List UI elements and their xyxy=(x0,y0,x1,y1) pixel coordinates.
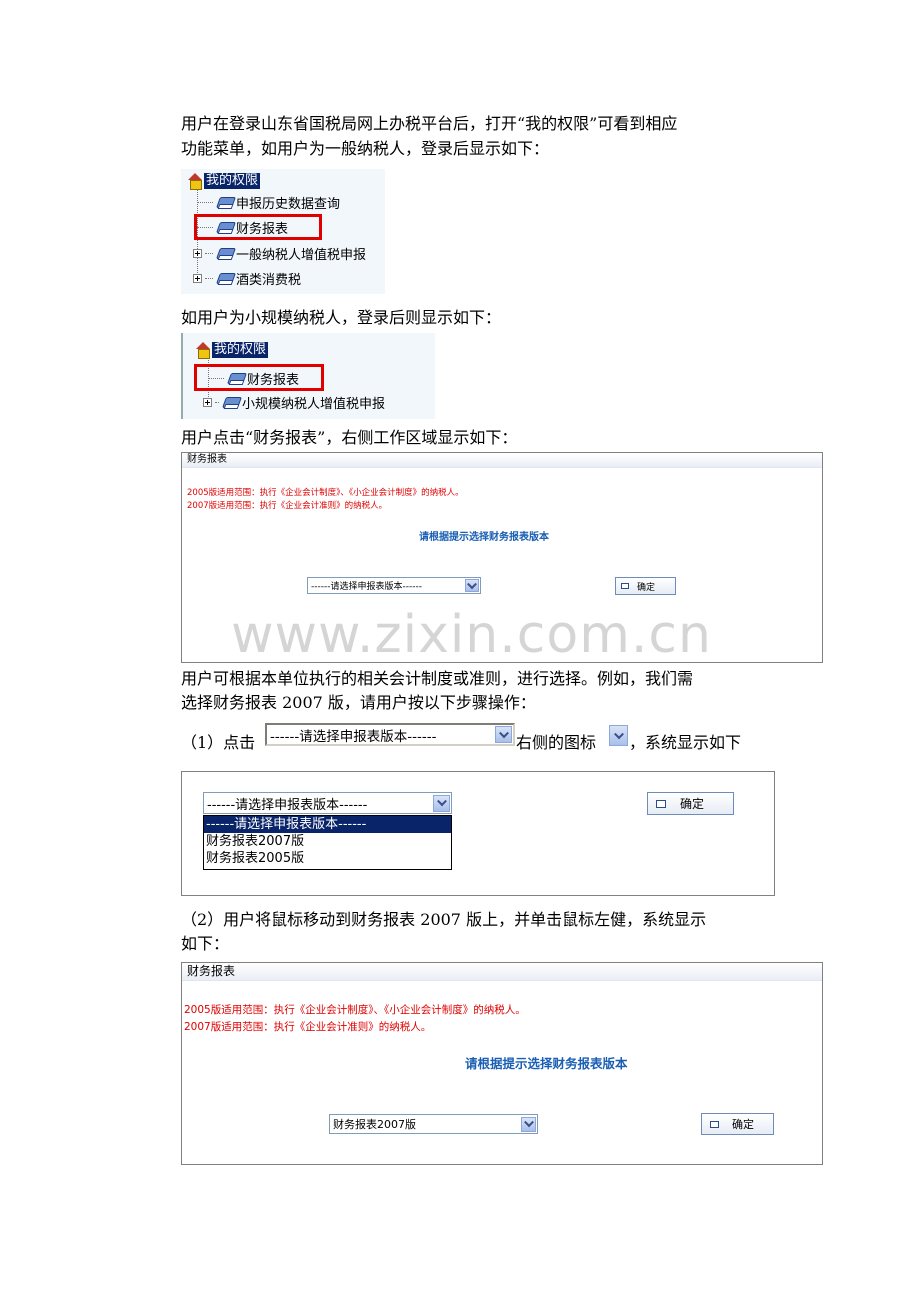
book-icon xyxy=(214,247,237,260)
step-1-middle: 右侧的图标 xyxy=(516,733,597,752)
highlight-box xyxy=(194,214,322,240)
tree-item-history-query[interactable]: 申报历史数据查询 xyxy=(197,192,340,212)
small-scale-intro: 如用户为小规模纳税人，登录后则显示如下： xyxy=(181,308,502,327)
expand-icon[interactable] xyxy=(193,273,202,283)
panel-title: 财务报表 xyxy=(182,963,822,981)
button-square-icon xyxy=(621,583,629,589)
choose-line-1: 用户可根据本单位执行的相关会计制度或准则，进行选择。例如，我们需 xyxy=(181,669,694,688)
watermark: www.zixin.com.cn xyxy=(231,605,712,665)
book-icon xyxy=(220,396,243,409)
tree-root[interactable]: 我的权限 xyxy=(195,340,269,360)
intro-line-1: 用户在登录山东省国税局网上办税平台后，打开“我的权限”可看到相应 xyxy=(181,114,678,133)
highlight-box xyxy=(194,364,324,391)
tree-root-label: 我的权限 xyxy=(204,173,261,189)
home-icon xyxy=(195,342,211,359)
permission-tree-small-scale: 我的权限 财务报表 小规模纳税人增值税申报 xyxy=(181,333,435,419)
step-1-suffix: ，系统显示如下 xyxy=(629,733,742,752)
financial-statements-panel-selected: 财务报表 2005版适用范围：执行《企业会计制度》、《小企业会计制度》的纳税人。… xyxy=(181,962,823,1165)
scope-2007: 2007版适用范围：执行《企业会计准则》的纳税人。 xyxy=(184,1021,432,1033)
step-2-line-2: 如下： xyxy=(181,934,230,953)
choose-line-2: 选择财务报表 2007 版，请用户按以下步骤操作： xyxy=(181,693,536,712)
version-select[interactable]: 财务报表2007版 xyxy=(329,1114,538,1134)
scope-2005: 2005版适用范围：执行《企业会计制度》、《小企业会计制度》的纳税人。 xyxy=(187,488,464,498)
version-select[interactable]: ------请选择申报表版本------ xyxy=(203,792,452,814)
inline-select-sample: ------请选择申报表版本------ xyxy=(265,723,515,746)
button-square-icon xyxy=(656,799,666,808)
chevron-down-icon[interactable] xyxy=(465,579,479,592)
confirm-button[interactable]: 确定 xyxy=(701,1113,774,1135)
option-2005[interactable]: 财务报表2005版 xyxy=(204,850,451,867)
dropdown-open-panel: ------请选择申报表版本------ ------请选择申报表版本-----… xyxy=(181,771,775,896)
permission-tree-general: 我的权限 申报历史数据查询 财务报表 一般纳税人增值税申报 酒类消费税 xyxy=(181,169,385,294)
confirm-button[interactable]: 确定 xyxy=(647,792,734,815)
step-2-line-1: （2）用户将鼠标移动到财务报表 2007 版上，并单击鼠标左健，系统显示 xyxy=(181,910,707,929)
scope-2005: 2005版适用范围：执行《企业会计制度》、《小企业会计制度》的纳税人。 xyxy=(184,1004,526,1016)
option-2007[interactable]: 财务报表2007版 xyxy=(204,833,451,850)
select-prompt: 请根据提示选择财务报表版本 xyxy=(419,532,549,543)
step-1-prefix: （1）点击 xyxy=(181,733,256,752)
chevron-down-icon[interactable] xyxy=(433,794,450,812)
confirm-button[interactable]: 确定 xyxy=(615,577,676,595)
option-default[interactable]: ------请选择申报表版本------ xyxy=(204,816,451,833)
chevron-down-icon[interactable] xyxy=(521,1116,536,1132)
version-select[interactable]: ------请选择申报表版本------ xyxy=(307,577,481,594)
tree-item-small-scale-vat[interactable]: 小规模纳税人增值税申报 xyxy=(203,392,385,412)
book-icon xyxy=(214,272,237,285)
tree-root-label: 我的权限 xyxy=(212,342,269,358)
expand-icon[interactable] xyxy=(193,248,202,258)
click-description: 用户点击“财务报表”，右侧工作区域显示如下： xyxy=(181,428,518,447)
book-icon xyxy=(214,196,237,209)
scope-2007: 2007版适用范围：执行《企业会计准则》的纳税人。 xyxy=(187,501,388,511)
version-dropdown-list: ------请选择申报表版本------ 财务报表2007版 财务报表2005版 xyxy=(203,815,452,870)
panel-title: 财务报表 xyxy=(182,453,822,468)
button-square-icon xyxy=(710,1120,719,1128)
tree-root[interactable]: 我的权限 xyxy=(187,171,261,191)
select-prompt: 请根据提示选择财务报表版本 xyxy=(465,1056,628,1071)
chevron-down-icon xyxy=(495,726,512,743)
tree-item-general-vat[interactable]: 一般纳税人增值税申报 xyxy=(193,243,366,263)
expand-icon[interactable] xyxy=(203,397,212,407)
intro-line-2: 功能菜单，如用户为一般纳税人，登录后显示如下： xyxy=(181,139,550,158)
tree-item-liquor-tax[interactable]: 酒类消费税 xyxy=(193,268,301,288)
chevron-down-icon xyxy=(609,725,628,746)
home-icon xyxy=(187,173,203,190)
